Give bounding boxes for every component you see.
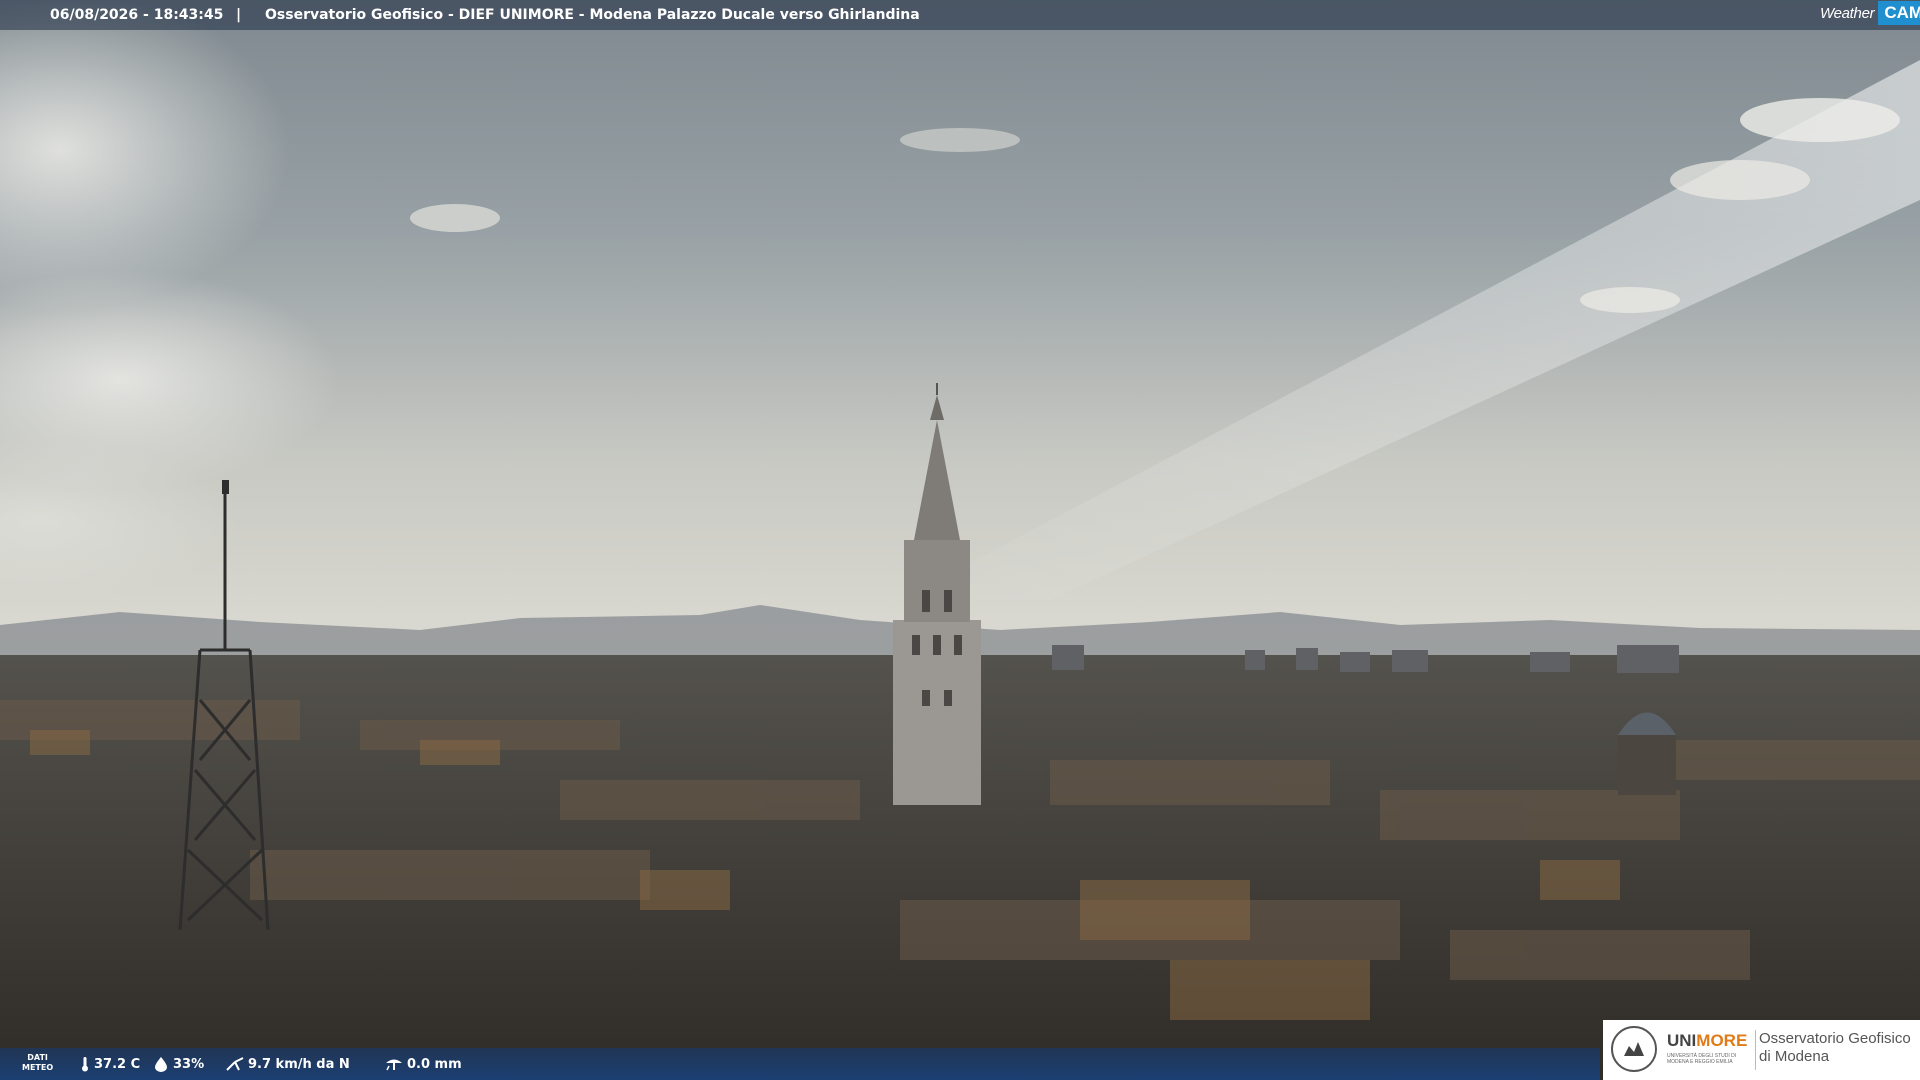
- observatory-name-line1: Osservatorio Geofisico: [1759, 1030, 1911, 1047]
- unimore-subtitle: UNIVERSITÀ DEGLI STUDI DI MODENA E REGGI…: [1667, 1053, 1737, 1065]
- webcam-frame: 06/08/2026 - 18:43:45 | Osservatorio Geo…: [0, 0, 1920, 1080]
- unimore-brand-uni: UNI: [1667, 1031, 1697, 1050]
- webcam-info-bar: 06/08/2026 - 18:43:45 | Osservatorio Geo…: [0, 0, 1920, 30]
- weather-data-label: DATI METEO: [22, 1053, 53, 1073]
- temperature-reading: 37.2 C: [80, 1056, 140, 1072]
- weathercam-logo-cam: CAM: [1878, 1, 1920, 25]
- weather-data-label-line1: DATI: [27, 1053, 48, 1062]
- timestamp: 06/08/2026 - 18:43:45: [50, 7, 224, 23]
- weather-data-label-line2: METEO: [22, 1063, 54, 1072]
- logo-divider: [1755, 1030, 1756, 1070]
- unimore-brand-more: MORE: [1696, 1031, 1748, 1050]
- unimore-seal-icon: [1611, 1026, 1657, 1072]
- unimore-brand: UNIMORE: [1667, 1031, 1747, 1051]
- camera-title: Osservatorio Geofisico - DIEF UNIMORE - …: [265, 7, 920, 23]
- observatory-name-line2: di Modena: [1759, 1048, 1830, 1065]
- rain-value: 0.0 mm: [407, 1056, 462, 1072]
- weather-data-bar: DATI METEO 37.2 C 33% 9.7 km/h da N 0.0 …: [0, 1048, 1600, 1080]
- wind-icon: [226, 1057, 244, 1071]
- humidity-value: 33%: [173, 1056, 205, 1072]
- wind-value: 9.7 km/h da N: [248, 1056, 350, 1072]
- rain-gauge-icon: [386, 1059, 402, 1071]
- wind-reading: 9.7 km/h da N: [226, 1056, 350, 1072]
- temperature-value: 37.2 C: [94, 1056, 141, 1072]
- unimore-logo-panel: UNIMORE UNIVERSITÀ DEGLI STUDI DI MODENA…: [1603, 1020, 1920, 1080]
- webcam-image: [0, 0, 1920, 1080]
- observatory-name: Osservatorio Geofisico di Modena: [1759, 1030, 1911, 1066]
- separator: |: [236, 7, 242, 23]
- humidity-reading: 33%: [153, 1056, 204, 1072]
- thermometer-icon: [82, 1057, 88, 1072]
- rain-reading: 0.0 mm: [385, 1056, 462, 1072]
- weathercam-logo: Weather CAM: [1816, 0, 1920, 26]
- weathercam-logo-word: Weather: [1820, 4, 1875, 22]
- water-drop-icon: [155, 1057, 167, 1072]
